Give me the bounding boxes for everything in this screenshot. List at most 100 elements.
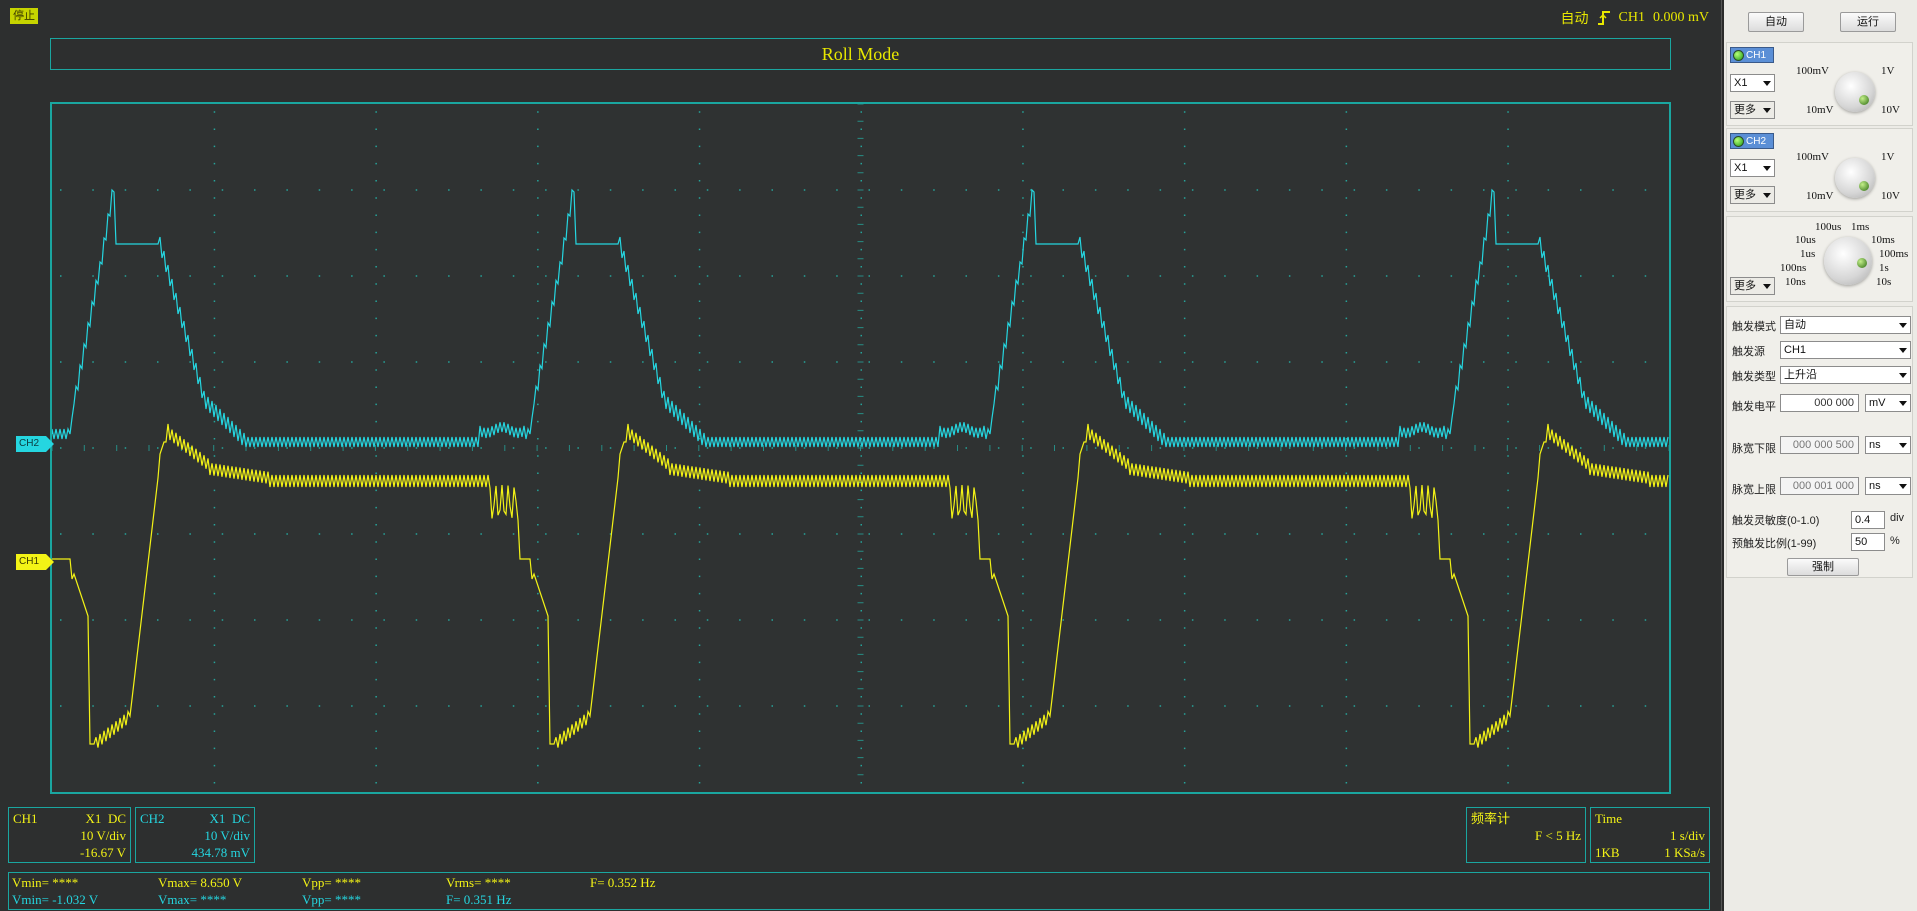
ch1-marker-label: CH1 bbox=[19, 556, 40, 567]
control-panel: 自动 运行 CH1 X1 更多 100mV 1V 10mV 10V CH2 X1… bbox=[1724, 0, 1917, 911]
trigger-level-label: 触发电平 bbox=[1732, 401, 1776, 413]
waveform-area[interactable] bbox=[50, 102, 1671, 794]
ch2-volts-knob[interactable] bbox=[1835, 158, 1875, 198]
ch2-enable-button[interactable]: CH2 bbox=[1730, 133, 1774, 149]
ch2-knob-label-bl: 10mV bbox=[1806, 190, 1834, 202]
ch2-info-box: CH2 X1 DC 10 V/div 434.78 mV bbox=[135, 807, 255, 863]
chevron-down-icon bbox=[1899, 401, 1907, 406]
ch2-info-scale: 10 V/div bbox=[204, 828, 250, 843]
force-trigger-button[interactable]: 强制 bbox=[1787, 558, 1859, 576]
ch1-probe-select[interactable]: X1 bbox=[1730, 74, 1775, 92]
rising-edge-trigger-icon bbox=[1597, 11, 1610, 25]
tb-label-100us: 100us bbox=[1815, 221, 1842, 233]
ch2-probe-value: X1 bbox=[1734, 162, 1748, 174]
timebase-info-box: Time 1 s/div 1KB 1 KSa/s bbox=[1590, 807, 1710, 863]
tb-label-1s: 1s bbox=[1879, 262, 1889, 274]
ch2-level-marker[interactable]: CH2 bbox=[16, 436, 54, 452]
ch2-info-coupling: DC bbox=[231, 811, 250, 826]
ch2-vpp: Vpp= **** bbox=[302, 892, 361, 907]
ch2-knob-label-br: 10V bbox=[1881, 190, 1900, 202]
pretrigger-ratio-unit: % bbox=[1890, 535, 1900, 547]
chevron-down-icon bbox=[1763, 193, 1771, 198]
trigger-channel-status: CH1 bbox=[1618, 10, 1645, 25]
run-state-badge: 停止 bbox=[10, 8, 38, 24]
timebase-knob[interactable] bbox=[1824, 237, 1872, 285]
trigger-mode-value: 自动 bbox=[1784, 319, 1806, 331]
ch2-knob-label-tl: 100mV bbox=[1796, 151, 1829, 163]
tb-label-10s: 10s bbox=[1876, 276, 1892, 288]
ch2-freq: F= 0.351 Hz bbox=[446, 892, 512, 907]
grid-dots bbox=[60, 111, 1647, 784]
pulse-width-low-input[interactable]: 000 000 500 bbox=[1780, 436, 1859, 454]
frequency-counter-box: 频率计 F < 5 Hz bbox=[1466, 807, 1586, 863]
auto-button[interactable]: 自动 bbox=[1748, 12, 1804, 32]
trigger-sensitivity-input[interactable]: 0.4 bbox=[1851, 511, 1885, 529]
ch1-knob-label-bl: 10mV bbox=[1806, 104, 1834, 116]
measurements-box: Vmin= **** Vmax= 8.650 V Vpp= **** Vrms=… bbox=[8, 872, 1710, 910]
ch1-section: CH1 X1 更多 100mV 1V 10mV 10V bbox=[1726, 42, 1913, 126]
ch2-vmax: Vmax= **** bbox=[158, 892, 227, 907]
tb-label-1us: 1us bbox=[1800, 248, 1816, 260]
trigger-mode-select[interactable]: 自动 bbox=[1780, 316, 1911, 334]
trigger-source-label: 触发源 bbox=[1732, 346, 1765, 358]
trigger-status: 自动 CH1 0.000 mV bbox=[1561, 8, 1709, 28]
knob-indicator-icon bbox=[1859, 95, 1869, 105]
tb-label-10us: 10us bbox=[1795, 234, 1816, 246]
freq-counter-title: 频率计 bbox=[1471, 811, 1511, 826]
trigger-source-select[interactable]: CH1 bbox=[1780, 341, 1911, 359]
chevron-down-icon bbox=[1763, 166, 1771, 171]
tb-label-100ms: 100ms bbox=[1879, 248, 1909, 260]
ch2-knob-label-tr: 1V bbox=[1881, 151, 1895, 163]
timebase-section: 更多 100us 1ms 10us 10ms 1us 100ms 100ns 1… bbox=[1726, 216, 1913, 302]
ch1-more-button[interactable]: 更多 bbox=[1730, 101, 1775, 119]
ch2-probe-select[interactable]: X1 bbox=[1730, 159, 1775, 177]
ch2-info-probe: X1 bbox=[209, 811, 226, 826]
trigger-type-value: 上升沿 bbox=[1784, 369, 1817, 381]
run-button[interactable]: 运行 bbox=[1840, 12, 1896, 32]
trigger-level-input[interactable]: 000 000 bbox=[1780, 394, 1859, 412]
chevron-down-icon bbox=[1899, 443, 1907, 448]
chevron-down-icon bbox=[1763, 284, 1771, 289]
tb-label-10ns: 10ns bbox=[1785, 276, 1806, 288]
ch1-level-marker[interactable]: CH1 bbox=[16, 554, 54, 570]
trigger-level-unit: mV bbox=[1869, 397, 1886, 409]
pretrigger-ratio-label: 预触发比例(1-99) bbox=[1732, 538, 1817, 550]
chevron-down-icon bbox=[1899, 323, 1907, 328]
trigger-level-unit-select[interactable]: mV bbox=[1865, 394, 1911, 412]
pulse-width-low-unit-select[interactable]: ns bbox=[1865, 436, 1911, 454]
chevron-down-icon bbox=[1899, 484, 1907, 489]
chevron-down-icon bbox=[1763, 81, 1771, 86]
pulse-width-high-label: 脉宽上限 bbox=[1732, 484, 1776, 496]
pulse-width-high-input[interactable]: 000 001 000 bbox=[1780, 477, 1859, 495]
ch2-marker-label: CH2 bbox=[19, 438, 40, 449]
ch1-volts-knob[interactable] bbox=[1835, 72, 1875, 112]
time-info-scale: 1 s/div bbox=[1669, 828, 1705, 843]
pulse-width-high-unit-select[interactable]: ns bbox=[1865, 477, 1911, 495]
ch2-info-name: CH2 bbox=[140, 811, 165, 826]
trigger-type-select[interactable]: 上升沿 bbox=[1780, 366, 1911, 384]
ch1-enable-label: CH1 bbox=[1746, 49, 1767, 61]
ch2-enable-label: CH2 bbox=[1746, 135, 1767, 147]
ch1-info-scale: 10 V/div bbox=[80, 828, 126, 843]
timebase-more-label: 更多 bbox=[1734, 280, 1756, 292]
timebase-more-button[interactable]: 更多 bbox=[1730, 277, 1775, 295]
ch1-more-label: 更多 bbox=[1734, 104, 1756, 116]
ch2-more-label: 更多 bbox=[1734, 189, 1756, 201]
trigger-sensitivity-unit: div bbox=[1890, 512, 1905, 524]
pretrigger-ratio-input[interactable]: 50 bbox=[1851, 533, 1885, 551]
ch1-knob-label-br: 10V bbox=[1881, 104, 1900, 116]
ch2-led-icon bbox=[1733, 135, 1744, 147]
scope-display: 停止 自动 CH1 0.000 mV Roll Mode CH2 CH1 CH1… bbox=[0, 0, 1722, 911]
chevron-down-icon bbox=[1763, 108, 1771, 113]
trigger-mode-label: 触发模式 bbox=[1732, 321, 1776, 333]
ch1-enable-button[interactable]: CH1 bbox=[1730, 47, 1774, 63]
ch1-info-coupling: DC bbox=[107, 811, 126, 826]
ch1-probe-value: X1 bbox=[1734, 77, 1748, 89]
time-info-rate: 1 KSa/s bbox=[1664, 845, 1705, 860]
ch1-knob-label-tl: 100mV bbox=[1796, 65, 1829, 77]
ch1-vpp: Vpp= **** bbox=[302, 875, 361, 890]
freq-counter-value: F < 5 Hz bbox=[1535, 828, 1581, 843]
ch2-more-button[interactable]: 更多 bbox=[1730, 186, 1775, 204]
pulse-width-high-unit: ns bbox=[1869, 480, 1881, 492]
pulse-width-low-label: 脉宽下限 bbox=[1732, 443, 1776, 455]
